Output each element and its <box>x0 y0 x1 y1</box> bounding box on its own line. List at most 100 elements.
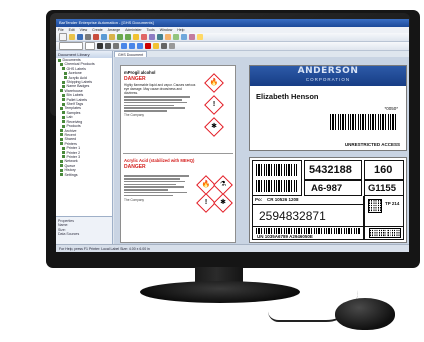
org-name: ANDERSON <box>297 66 359 76</box>
align-left-icon[interactable] <box>121 43 127 49</box>
help-icon[interactable] <box>197 34 203 40</box>
redo-icon[interactable] <box>125 34 131 40</box>
library-header: Document Library <box>56 51 112 58</box>
computer-mouse[interactable] <box>335 298 395 330</box>
name-badge-label[interactable]: ANDERSON CORPORATION Elizabeth Henson *0… <box>249 65 407 151</box>
bold-icon[interactable] <box>97 43 103 49</box>
text-line <box>124 96 191 98</box>
tree-item[interactable]: Settings <box>58 173 112 177</box>
align-right-icon[interactable] <box>137 43 143 49</box>
corrosion-icon: ⚗ <box>213 175 233 195</box>
monitor-bezel: BarTender Enterprise Automation - [GHS D… <box>46 10 420 268</box>
menu-create[interactable]: Create <box>92 28 103 32</box>
sscc-box: UN 1035A6789 A2946050E <box>252 227 364 240</box>
badge-person-name: Elizabeth Henson <box>256 92 319 101</box>
company-name: The Company <box>124 113 145 118</box>
lot-number: TP 214 <box>385 201 400 206</box>
align-center-icon[interactable] <box>129 43 135 49</box>
grid-icon[interactable] <box>169 43 175 49</box>
health-hazard-icon: ✱ <box>213 193 233 213</box>
font-size-select[interactable] <box>85 42 95 50</box>
print-icon[interactable] <box>85 34 91 40</box>
database-icon[interactable] <box>141 34 147 40</box>
ghs-section-2-text: The Company <box>124 174 192 202</box>
picture-tool-icon[interactable] <box>173 34 179 40</box>
cut-icon[interactable] <box>93 34 99 40</box>
reference: A6-987 <box>311 183 343 194</box>
text-line <box>124 110 168 112</box>
text-line <box>124 177 180 180</box>
sscc-number: UN 1035A6789 A2946050E <box>257 234 313 239</box>
folder-icon <box>62 80 65 84</box>
text-tool-icon[interactable] <box>157 34 163 40</box>
shipping-label[interactable]: 5432188 160 A6-987 G1155 Po: CR 10526 12… <box>249 157 407 243</box>
order-box: 5432188 <box>304 160 362 180</box>
underline-icon[interactable] <box>113 43 119 49</box>
save-icon[interactable] <box>77 34 83 40</box>
section-divider <box>123 153 233 154</box>
zoom-icon[interactable] <box>133 34 139 40</box>
fill-color-icon[interactable] <box>153 43 159 49</box>
library-tree: Documents Chemical Products GHS Labels A… <box>56 58 112 177</box>
status-bar: For Help, press F1 Printer: Local Label … <box>56 244 409 252</box>
format-toolbar <box>56 42 409 51</box>
printer-icon <box>62 155 65 159</box>
folder-icon <box>60 62 63 66</box>
undo-icon[interactable] <box>117 34 123 40</box>
text-color-icon[interactable] <box>145 43 151 49</box>
text-line <box>124 175 189 177</box>
menu-arrange[interactable]: Arrange <box>108 28 120 32</box>
document-icon <box>62 124 65 128</box>
small-barcode <box>256 180 298 192</box>
document-icon <box>64 76 67 80</box>
menu-view[interactable]: View <box>80 28 88 32</box>
ghs-label[interactable]: mProgil alcohol DANGER Highly flammable … <box>120 65 236 243</box>
network-icon <box>60 159 63 163</box>
folder-icon <box>60 133 63 137</box>
signal-word: DANGER <box>124 164 146 170</box>
open-folder-icon[interactable] <box>69 34 75 40</box>
po-prefix: Po: <box>255 197 263 202</box>
exclamation-icon: ! <box>204 95 224 115</box>
document-icon <box>62 115 65 119</box>
italic-icon[interactable] <box>105 43 111 49</box>
printer-icon <box>62 151 65 155</box>
menu-edit[interactable]: Edit <box>69 28 75 32</box>
menu-help[interactable]: Help <box>177 28 184 32</box>
document-icon <box>62 98 65 102</box>
serial-box: 2594832871 <box>252 205 364 227</box>
property-data-sources: Data Sources <box>58 232 80 237</box>
rotate-icon[interactable] <box>189 34 195 40</box>
document-icon <box>64 71 67 75</box>
barcode-tool-icon[interactable] <box>149 34 155 40</box>
text-line <box>124 180 186 183</box>
badge-header: ANDERSON CORPORATION <box>250 66 406 86</box>
menu-administer[interactable]: Administer <box>125 28 142 32</box>
signal-word: DANGER <box>124 76 146 82</box>
quantity: 160 <box>374 164 393 176</box>
folder-icon <box>62 84 65 88</box>
paste-icon[interactable] <box>109 34 115 40</box>
design-workspace: mProgil alcohol DANGER Highly flammable … <box>114 57 409 244</box>
qty-box: 160 <box>364 160 404 180</box>
ghs-section-1: mProgil alcohol DANGER Highly flammable … <box>124 70 196 117</box>
text-line <box>124 183 176 186</box>
lot-box: TP 214 <box>364 196 404 227</box>
document-library-panel: Document Library Documents Chemical Prod… <box>56 51 113 244</box>
menu-tools[interactable]: Tools <box>147 28 155 32</box>
document-icon <box>62 120 65 124</box>
menu-window[interactable]: Window <box>160 28 172 32</box>
line-style-icon[interactable] <box>161 43 167 49</box>
menu-file[interactable]: File <box>58 28 64 32</box>
printer-icon <box>60 142 63 146</box>
text-line <box>124 107 186 109</box>
document-icon <box>62 102 65 106</box>
org-subtitle: CORPORATION <box>305 77 351 82</box>
shape-tool-icon[interactable] <box>165 34 171 40</box>
align-icon[interactable] <box>181 34 187 40</box>
new-document-icon[interactable] <box>59 33 67 41</box>
datamatrix-code <box>369 228 401 238</box>
copy-icon[interactable] <box>101 34 107 40</box>
font-select[interactable] <box>59 42 83 50</box>
hazard-statement: Highly flammable liquid and vapor. Cause… <box>124 83 196 95</box>
